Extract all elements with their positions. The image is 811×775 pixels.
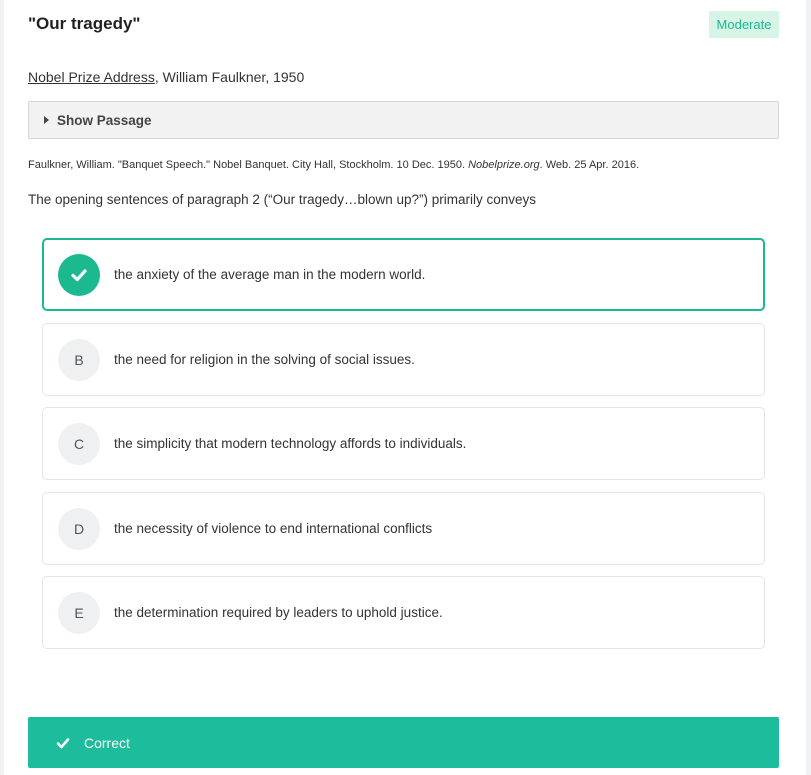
choice-text: the anxiety of the average man in the mo… [114, 267, 426, 282]
source-link[interactable]: Nobel Prize Address [28, 69, 155, 85]
result-banner: Correct [28, 717, 779, 768]
choice-text: the need for religion in the solving of … [114, 352, 415, 367]
choice-d[interactable]: D the necessity of violence to end inter… [42, 492, 765, 565]
choice-letter: D [58, 507, 100, 550]
check-icon [58, 253, 100, 296]
choice-letter: E [58, 591, 100, 634]
choice-text: the determination required by leaders to… [114, 605, 443, 620]
source-details: , William Faulkner, 1950 [154, 69, 305, 85]
citation-site: Nobelprize.org [468, 159, 540, 171]
difficulty-badge: Moderate [709, 11, 779, 38]
show-passage-label: Show Passage [57, 112, 152, 128]
choice-letter: B [58, 338, 100, 381]
result-label: Correct [84, 734, 130, 751]
citation-main: Faulkner, William. "Banquet Speech." Nob… [28, 159, 469, 171]
show-passage-toggle[interactable]: Show Passage [28, 101, 779, 139]
choice-text: the necessity of violence to end interna… [114, 521, 433, 536]
choice-text: the simplicity that modern technology af… [114, 436, 467, 451]
choice-letter: C [58, 422, 100, 465]
choice-b[interactable]: B the need for religion in the solving o… [42, 323, 765, 396]
source-line: Nobel Prize Address, William Faulkner, 1… [28, 69, 304, 85]
caret-right-icon [44, 116, 49, 124]
question-title: "Our tragedy" [28, 14, 141, 33]
choice-c[interactable]: C the simplicity that modern technology … [42, 407, 765, 480]
check-icon [56, 736, 70, 750]
citation: Faulkner, William. "Banquet Speech." Nob… [28, 159, 639, 171]
question-prompt: The opening sentences of paragraph 2 (“O… [28, 192, 537, 207]
question-card: "Our tragedy" Moderate Nobel Prize Addre… [4, 0, 806, 775]
citation-tail: . Web. 25 Apr. 2016. [539, 159, 640, 171]
choice-e[interactable]: E the determination required by leaders … [42, 576, 765, 649]
choice-a[interactable]: the anxiety of the average man in the mo… [42, 238, 765, 311]
